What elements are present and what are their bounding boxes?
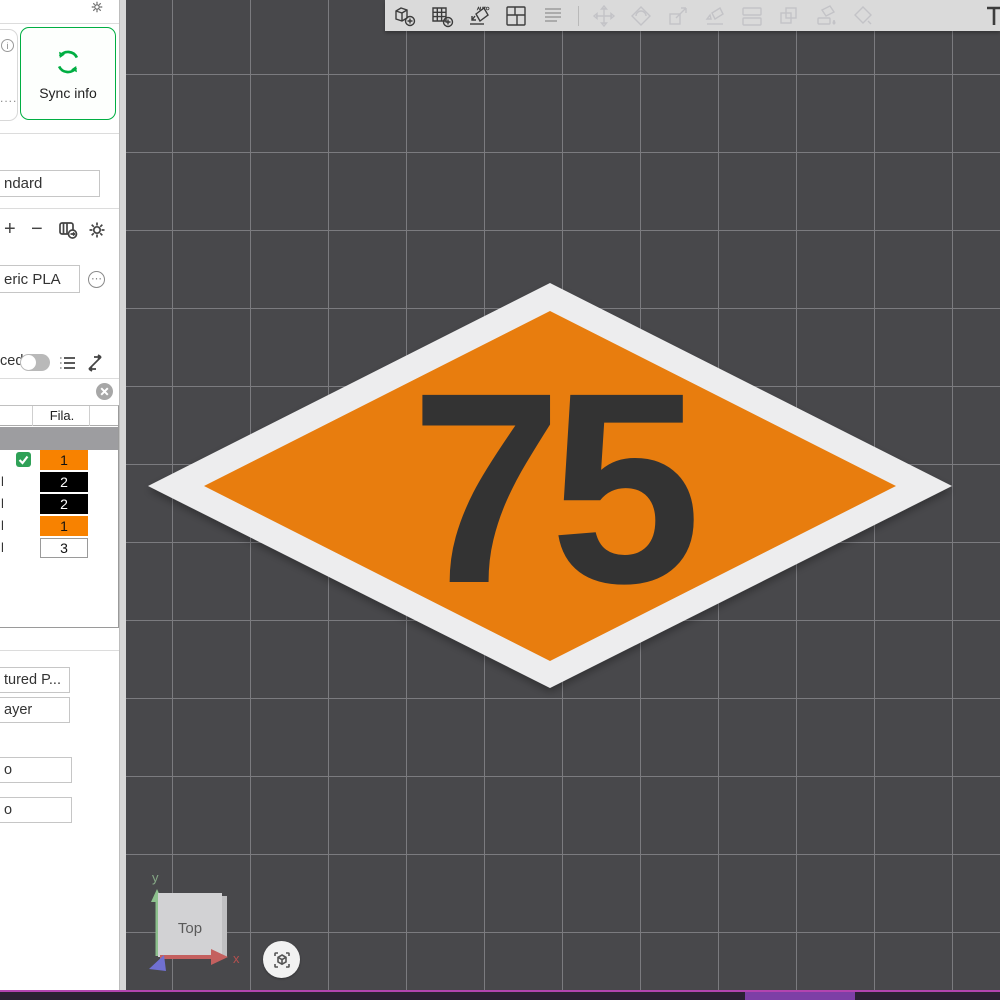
filament-column-header: Fila.	[36, 408, 88, 423]
plate-type-value: tured P...	[4, 672, 61, 688]
plate-type-select[interactable]: tured P...	[0, 667, 70, 693]
lay-flat-icon	[703, 4, 727, 28]
table-row[interactable]: l 2	[0, 471, 118, 493]
filament-value: eric PLA	[4, 271, 61, 288]
table-row[interactable]: l 1	[0, 515, 118, 537]
auto-orient-icon[interactable]: AUTO	[467, 4, 491, 28]
reset-view-button[interactable]	[263, 941, 300, 978]
process-preset-select[interactable]: ndard	[0, 170, 100, 197]
option-select-1[interactable]: o	[0, 757, 72, 783]
support-icon[interactable]	[541, 4, 565, 28]
advanced-toggle[interactable]	[20, 354, 50, 371]
add-plate-icon[interactable]	[430, 4, 454, 28]
object-name-fragment: l	[1, 496, 4, 511]
add-object-icon[interactable]	[393, 4, 417, 28]
split-icon	[740, 4, 764, 28]
add-filament-button[interactable]: +	[4, 218, 16, 241]
section-divider	[0, 133, 119, 134]
option-select-2[interactable]: o	[0, 797, 72, 823]
info-icon[interactable]: i	[1, 39, 14, 52]
section-divider	[0, 650, 119, 651]
section-divider	[0, 378, 119, 379]
column-divider	[32, 406, 33, 426]
scale-icon	[666, 4, 690, 28]
sync-icon	[52, 46, 84, 78]
merge-icon	[777, 4, 801, 28]
section-divider	[0, 23, 119, 24]
toggle-knob	[21, 355, 36, 370]
filament-id-cell[interactable]: 1	[40, 450, 88, 470]
filament-settings-gear-icon[interactable]	[87, 220, 107, 240]
seam-icon	[851, 4, 875, 28]
option-select-2-value: o	[4, 802, 12, 818]
nav-cube-face-label[interactable]: Top	[178, 920, 202, 937]
device-card-dots: ....	[0, 91, 17, 105]
transfer-parameters-icon[interactable]	[86, 354, 104, 372]
table-row[interactable]: l 3	[0, 537, 118, 559]
filament-id-cell[interactable]: 2	[40, 494, 88, 514]
model-number-label[interactable]: 75	[411, 336, 695, 640]
sidebar-panel: i .... Sync info ndard + − eric PLA	[0, 0, 119, 990]
remove-filament-button[interactable]: −	[31, 218, 43, 241]
paint-icon	[814, 4, 838, 28]
filament-id-cell[interactable]: 1	[40, 516, 88, 536]
sync-info-button[interactable]: Sync info	[20, 27, 116, 120]
parameter-list-icon[interactable]	[59, 354, 77, 372]
table-row[interactable]: l 2	[0, 493, 118, 515]
taskbar-accent-segment	[745, 992, 855, 1000]
sync-info-label: Sync info	[39, 85, 97, 101]
table-header-row: Fila.	[0, 406, 118, 426]
taskbar-strip	[0, 992, 1000, 1000]
rotate-icon	[629, 4, 653, 28]
table-row[interactable]: 1	[0, 449, 118, 471]
axis-x-label: x	[233, 951, 240, 966]
layer-preset-value: ayer	[4, 702, 32, 718]
axis-y-label: y	[152, 870, 159, 885]
panel-edge	[119, 0, 126, 990]
option-select-1-value: o	[4, 762, 12, 778]
layer-preset-select[interactable]: ayer	[0, 697, 70, 723]
column-divider	[89, 406, 90, 426]
plate-row-selected[interactable]	[0, 427, 118, 450]
move-icon	[592, 4, 616, 28]
slicer-app-window: 75 y Top x AUTO	[0, 0, 1000, 1000]
filament-select[interactable]: eric PLA	[0, 265, 80, 293]
view-cube-icon	[271, 949, 293, 971]
object-name-fragment: l	[1, 540, 4, 555]
filament-more-button[interactable]: ⋯	[88, 271, 105, 288]
printer-settings-gear-icon[interactable]	[89, 0, 105, 14]
section-divider	[0, 208, 119, 209]
close-panel-button[interactable]	[96, 383, 113, 400]
text-tool-icon[interactable]	[982, 4, 1000, 28]
printable-checkbox-checked-icon[interactable]	[16, 452, 31, 467]
arrange-icon[interactable]	[504, 4, 528, 28]
object-list-table: Fila. 1 l 2 l 2 l 1 l	[0, 405, 119, 628]
filament-id-cell[interactable]: 2	[40, 472, 88, 492]
svg-text:AUTO: AUTO	[477, 6, 490, 11]
main-toolbar: AUTO	[385, 0, 1000, 31]
object-name-fragment: l	[1, 518, 4, 533]
object-name-fragment: l	[1, 474, 4, 489]
filament-sync-icon[interactable]	[58, 220, 78, 240]
toolbar-separator	[578, 6, 579, 26]
filament-id-cell[interactable]: 3	[40, 538, 88, 558]
process-preset-value: ndard	[4, 175, 42, 192]
